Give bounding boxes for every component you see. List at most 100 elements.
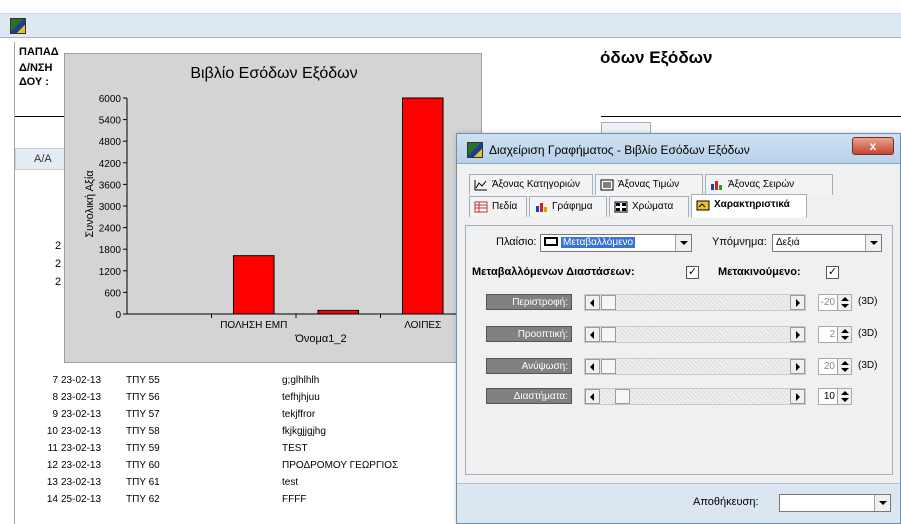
frame-select[interactable]: Μεταβαλλόμενο [540, 234, 692, 252]
perspective-scrollbar[interactable] [584, 326, 806, 343]
resizable-checkbox[interactable]: ✓ [686, 266, 699, 279]
tab-label: Άξονας Σειρών [728, 179, 795, 190]
row-code: ΤΠΥ 57 [126, 409, 160, 420]
y-tick-label: 1200 [99, 267, 122, 278]
tab-features[interactable]: Χαρακτηριστικά [691, 194, 807, 218]
report-title: όδων Εξόδων [600, 48, 713, 67]
gap-scrollbar[interactable] [584, 388, 806, 405]
legend-label: Υπόμνημα: [712, 236, 767, 248]
row-code: ΤΠΥ 56 [126, 392, 160, 403]
elevation-spinner[interactable]: 20 [818, 358, 852, 375]
movable-label: Μετακινούμενο: [718, 266, 801, 278]
tab-fields[interactable]: Πεδία [469, 196, 527, 217]
row-code: ΤΠΥ 61 [126, 477, 160, 488]
scroll-thumb[interactable] [601, 295, 616, 310]
tab-category-axis[interactable]: Άξονας Κατηγοριών [469, 174, 593, 195]
scroll-right-icon[interactable] [790, 359, 805, 374]
row-number: 12 [46, 460, 58, 471]
toolbar [0, 14, 901, 38]
chevron-down-icon[interactable] [874, 495, 890, 511]
y-tick-label: 2400 [99, 224, 122, 235]
row-description: FFFF [282, 494, 307, 505]
spin-arrows-icon[interactable] [837, 327, 851, 342]
axis-values-icon [600, 179, 614, 191]
frame-select-value: Μεταβαλλόμενο [544, 237, 636, 248]
row-digit: 2 [55, 240, 62, 252]
spin-arrows-icon[interactable] [837, 359, 851, 374]
row-number: 11 [47, 443, 58, 454]
rotation-spinner[interactable]: -20 [818, 294, 852, 311]
tab-value-axis[interactable]: Άξονας Τιμών [595, 174, 703, 195]
row-description: test [282, 477, 299, 488]
app-icon[interactable] [10, 18, 26, 34]
spin-arrows-icon[interactable] [837, 295, 851, 310]
x-tick-label: ΠΟΛΗΣΗ ΕΜΠ [220, 320, 287, 331]
row-number: 14 [46, 494, 58, 505]
scroll-left-icon[interactable] [585, 327, 600, 342]
chart-bar [232, 255, 275, 315]
y-tick-label: 5400 [99, 116, 122, 127]
y-tick-label: 4800 [99, 137, 122, 148]
close-button[interactable]: x [852, 137, 894, 155]
spinner-value: 10 [823, 391, 835, 402]
row-date: 23-02-13 [61, 409, 102, 420]
y-tick-label: 0 [115, 310, 121, 321]
scroll-thumb[interactable] [601, 327, 616, 342]
row-code: ΤΠΥ 55 [126, 375, 160, 386]
gap-spinner[interactable]: 10 [818, 388, 852, 405]
axis-categories-icon [474, 180, 487, 191]
row-number: 7 [52, 375, 58, 386]
scroll-left-icon[interactable] [585, 389, 600, 404]
spinner-value: 20 [823, 361, 835, 372]
elevation-scrollbar[interactable] [584, 358, 806, 375]
tab-label: Χρώματα [632, 201, 674, 212]
chevron-down-icon[interactable] [675, 235, 691, 251]
dialog-title: Διαχείριση Γραφήματος - Βιβλίο Εσόδων Εξ… [489, 143, 750, 157]
save-select[interactable] [779, 494, 891, 512]
row-number: 9 [52, 409, 58, 420]
scroll-left-icon[interactable] [585, 295, 600, 310]
tab-row-axes: Άξονας Κατηγοριών Άξονας Τιμών Άξονας Σε… [469, 174, 889, 195]
row-number: 8 [52, 392, 58, 403]
tab-label: Άξονας Κατηγοριών [492, 179, 580, 190]
scroll-thumb[interactable] [601, 359, 616, 374]
chart-bar [401, 97, 444, 315]
report-label-name: ΠΑΠΑΔ [19, 46, 59, 58]
unit-label: (3D) [858, 328, 878, 339]
perspective-spinner[interactable]: 2 [818, 326, 852, 343]
tab-colors[interactable]: Χρώματα [609, 196, 689, 217]
scroll-left-icon[interactable] [585, 359, 600, 374]
row-description: TEST [282, 443, 308, 454]
chart-icon [536, 203, 547, 212]
row-date: 23-02-13 [61, 426, 102, 437]
fields-icon [474, 201, 488, 213]
chevron-down-icon[interactable] [865, 235, 881, 251]
spin-arrows-icon[interactable] [837, 389, 851, 404]
row-date: 25-02-13 [61, 494, 102, 505]
legend-select-value: Δεξιά [776, 237, 800, 248]
column-header-aa: Α/Α [34, 153, 52, 165]
movable-checkbox[interactable]: ✓ [826, 266, 839, 279]
perspective-label: Προοπτική: [486, 326, 572, 342]
colors-icon [614, 201, 628, 213]
row-date: 23-02-13 [61, 375, 102, 386]
frame-value-text: Μεταβαλλόμενο [561, 237, 636, 248]
row-description: fkjkgjjgjhg [282, 426, 326, 437]
dialog-titlebar[interactable]: Διαχείριση Γραφήματος - Βιβλίο Εσόδων Εξ… [457, 134, 900, 164]
row-description: tefhjhjuu [282, 392, 320, 403]
scroll-right-icon[interactable] [790, 389, 805, 404]
scroll-right-icon[interactable] [790, 327, 805, 342]
scroll-thumb[interactable] [615, 389, 630, 404]
spinner-value: 2 [829, 329, 835, 340]
dialog-app-icon [467, 142, 483, 158]
y-tick-label: 6000 [99, 94, 122, 105]
scroll-right-icon[interactable] [790, 295, 805, 310]
tab-series-axis[interactable]: Άξονας Σειρών [705, 174, 833, 195]
rotation-scrollbar[interactable] [584, 294, 806, 311]
legend-select[interactable]: Δεξιά [772, 234, 882, 252]
row-code: ΤΠΥ 62 [126, 494, 160, 505]
tab-chart[interactable]: Γράφημα [529, 196, 607, 217]
spinner-value: -20 [820, 297, 835, 308]
chart-panel[interactable]: Βιβλίο Εσόδων Εξόδων 0 600 1200 1800 2400 3000… [64, 53, 482, 363]
y-axis-label: Συνολική Αξία [84, 170, 96, 238]
